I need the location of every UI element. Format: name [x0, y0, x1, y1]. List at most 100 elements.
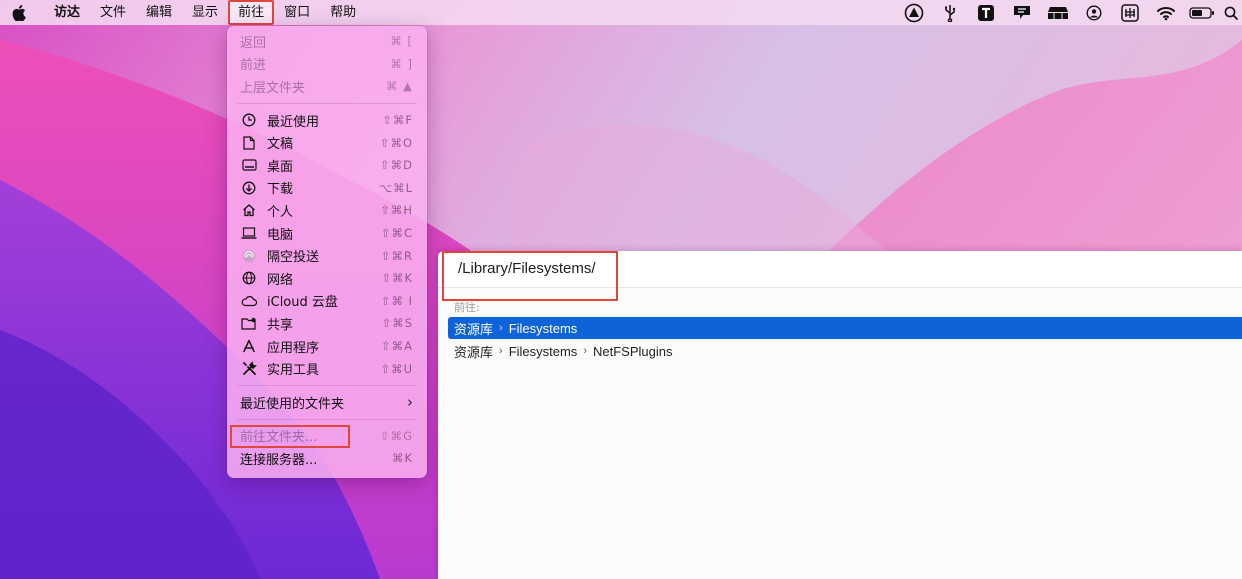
input-method-icon[interactable] [1112, 0, 1148, 25]
menu-separator [237, 418, 417, 420]
menu-separator [237, 384, 417, 386]
menu-finder[interactable]: 访达 [44, 0, 90, 25]
menu-window[interactable]: 窗口 [274, 0, 320, 25]
highlight-box [442, 251, 618, 301]
menu-item-label: 网络 [267, 272, 294, 288]
menu-item-desktop[interactable]: 桌面 ⇧⌘D [227, 154, 427, 177]
usb-icon[interactable] [932, 0, 968, 25]
menu-item-recent-folders[interactable]: 最近使用的文件夹 › [227, 391, 427, 414]
shortcut-label: ⇧⌘D [380, 158, 413, 173]
path-segment: 资源库 [454, 344, 494, 360]
home-icon [240, 201, 258, 219]
menu-item-airdrop[interactable]: 隔空投送 ⇧⌘R [227, 244, 427, 267]
menu-item-applications[interactable]: 应用程序 ⇧⌘A [227, 335, 427, 358]
wifi-icon[interactable] [1148, 0, 1184, 25]
path-segment: Filesystems [508, 320, 578, 336]
menu-help[interactable]: 帮助 [320, 0, 366, 25]
menu-item-label: 实用工具 [267, 363, 320, 379]
chevron-right-icon: › [499, 345, 503, 357]
shortcut-label: ⇧⌘K [381, 271, 413, 286]
laptop-icon [240, 224, 258, 242]
menu-item-label: 返回 [240, 35, 267, 51]
menu-item-documents[interactable]: 文稿 ⇧⌘O [227, 131, 427, 154]
suggestion-row[interactable]: 资源库 › Filesystems › NetFSPlugins [448, 340, 1242, 362]
menu-item-shared[interactable]: 共享 ⇧⌘S [227, 312, 427, 335]
search-icon[interactable] [1220, 0, 1242, 25]
menu-file[interactable]: 文件 [90, 0, 136, 25]
chevron-right-icon: › [499, 322, 503, 334]
shortcut-label: ⇧⌘F [382, 113, 413, 128]
menu-item-network[interactable]: 网络 ⇧⌘K [227, 267, 427, 290]
shortcut-label: ⌘ ▲ [386, 79, 413, 94]
user-circle-icon[interactable] [1076, 0, 1112, 25]
download-icon [240, 179, 258, 197]
shortcut-label: ⇧⌘ I [380, 293, 413, 308]
menu-item-label: iCloud 云盘 [267, 295, 338, 311]
menu-item-label: 共享 [267, 317, 294, 333]
utilities-icon [240, 360, 258, 378]
menu-item-connect-server[interactable]: 连接服务器... ⌘K [227, 447, 427, 470]
shortcut-label: ⇧⌘U [380, 361, 413, 376]
menu-item-label: 桌面 [267, 159, 294, 175]
suggestion-row[interactable]: 资源库 › Filesystems [448, 317, 1242, 339]
menu-item-label: 最近使用的文件夹 [240, 396, 345, 412]
path-segment: NetFSPlugins [592, 343, 673, 359]
shortcut-label: ⌘K [391, 451, 413, 466]
shortcut-label: ⇧⌘A [380, 339, 413, 354]
triangle-app-icon[interactable] [896, 0, 932, 25]
menu-item-go-to-folder[interactable]: 前往文件夹... ⇧⌘G [227, 424, 427, 448]
applications-icon [240, 337, 258, 355]
cloud-icon [240, 292, 258, 310]
menu-separator [237, 102, 417, 104]
battery-icon[interactable] [1184, 0, 1220, 25]
menu-item-icloud-drive[interactable]: iCloud 云盘 ⇧⌘ I [227, 290, 427, 313]
menu-bar: 访达 文件 编辑 显示 前往 窗口 帮助 [0, 0, 1242, 25]
menu-item-computer[interactable]: 电脑 ⇧⌘C [227, 222, 427, 245]
menu-item-home[interactable]: 个人 ⇧⌘H [227, 199, 427, 222]
menu-item-downloads[interactable]: 下载 ⌥⌘L [227, 177, 427, 200]
menu-stack-icon[interactable] [1040, 0, 1076, 25]
chevron-right-icon: › [407, 393, 413, 412]
highlight-box [230, 424, 350, 448]
text-t-icon[interactable] [968, 0, 1004, 25]
shortcut-label: ⌘ [ [390, 34, 413, 49]
menu-item-utilities[interactable]: 实用工具 ⇧⌘U [227, 357, 427, 380]
shortcut-label: ⌘ ] [390, 56, 413, 71]
menu-item-label: 前进 [240, 58, 267, 74]
menu-edit[interactable]: 编辑 [136, 0, 182, 25]
shortcut-label: ⌥⌘L [378, 180, 413, 195]
shortcut-label: ⇧⌘H [380, 203, 413, 218]
shortcut-label: ⇧⌘R [380, 248, 413, 263]
airdrop-icon [240, 247, 258, 265]
menu-item-label: 个人 [267, 204, 294, 220]
menu-item-label: 隔空投送 [267, 250, 320, 266]
shared-folder-icon [240, 314, 258, 332]
menu-item-recents[interactable]: 最近使用 ⇧⌘F [227, 109, 427, 132]
status-area [896, 0, 1242, 25]
chevron-right-icon: › [583, 345, 587, 357]
notification-icon[interactable] [1004, 0, 1040, 25]
menu-item-label: 应用程序 [267, 340, 320, 356]
menu-item-label: 最近使用 [267, 114, 320, 130]
menu-view[interactable]: 显示 [182, 0, 228, 25]
shortcut-label: ⇧⌘O [379, 135, 413, 150]
menu-item-back[interactable]: 返回 ⌘ [ [227, 30, 427, 53]
shortcut-label: ⇧⌘G [379, 428, 413, 443]
path-segment: Filesystems [508, 343, 578, 359]
path-segment: 资源库 [454, 321, 494, 337]
menu-item-label: 电脑 [267, 227, 294, 243]
menu-item-label: 上层文件夹 [240, 80, 306, 96]
menu-item-label: 下载 [267, 182, 294, 198]
go-menu-dropdown: 返回 ⌘ [ 前进 ⌘ ] 上层文件夹 ⌘ ▲ 最近使用 ⇧⌘F 文稿 ⇧⌘O … [227, 26, 427, 478]
section-label: 前往: [454, 301, 480, 314]
menu-item-label: 连接服务器... [240, 452, 318, 468]
clock-icon [240, 111, 258, 129]
apple-icon[interactable] [10, 0, 28, 25]
menu-go[interactable]: 前往 [228, 0, 275, 25]
menu-item-label: 文稿 [267, 137, 294, 153]
document-icon [240, 134, 258, 152]
shortcut-label: ⇧⌘S [381, 316, 413, 331]
globe-icon [240, 269, 258, 287]
menu-item-enclosing-folder[interactable]: 上层文件夹 ⌘ ▲ [227, 75, 427, 98]
menu-item-forward[interactable]: 前进 ⌘ ] [227, 53, 427, 76]
